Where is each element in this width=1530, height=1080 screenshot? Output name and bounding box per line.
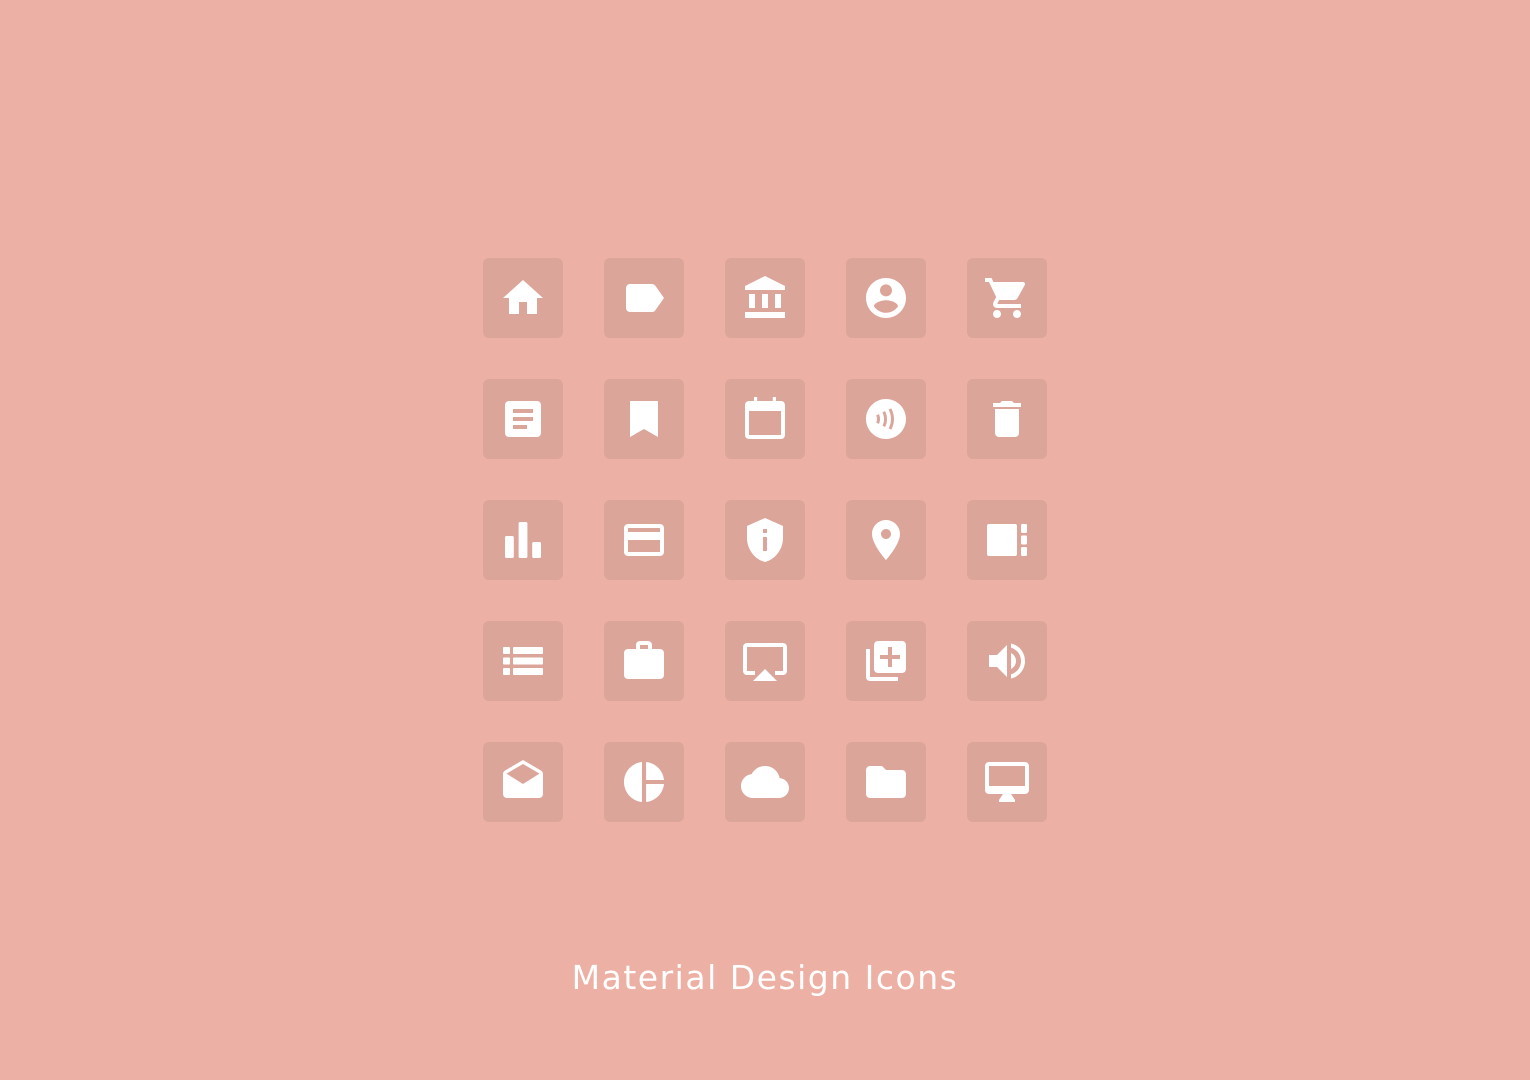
- location-pin-icon: [872, 520, 900, 560]
- airplay-icon: [743, 643, 787, 681]
- icon-tile-contactless[interactable]: [846, 379, 926, 459]
- icon-tile-home[interactable]: [483, 258, 563, 338]
- icon-tile-bank[interactable]: [725, 258, 805, 338]
- icon-tile-drafts[interactable]: [483, 742, 563, 822]
- icon-tile-desktop[interactable]: [967, 742, 1047, 822]
- icon-tile-bookmark[interactable]: [604, 379, 684, 459]
- icon-grid: [483, 258, 1047, 822]
- icon-tile-add-library[interactable]: [846, 621, 926, 701]
- bank-icon: [745, 276, 785, 318]
- add-to-library-icon: [866, 641, 906, 681]
- icon-tile-briefcase[interactable]: [604, 621, 684, 701]
- icon-tile-view-sidebar[interactable]: [967, 500, 1047, 580]
- bookmark-icon: [630, 401, 658, 437]
- icon-tile-location[interactable]: [846, 500, 926, 580]
- pie-chart-icon: [624, 762, 664, 802]
- briefcase-icon: [624, 641, 664, 679]
- desktop-icon: [985, 762, 1029, 802]
- icon-tile-volume[interactable]: [967, 621, 1047, 701]
- article-icon: [505, 401, 541, 437]
- cloud-icon: [741, 766, 789, 798]
- security-info-icon: [747, 518, 783, 562]
- icon-tile-pie-chart[interactable]: [604, 742, 684, 822]
- account-circle-icon: [866, 278, 906, 318]
- icon-tile-calendar[interactable]: [725, 379, 805, 459]
- icon-tile-label[interactable]: [604, 258, 684, 338]
- contactless-icon: [866, 399, 906, 439]
- shopping-cart-icon: [985, 278, 1026, 318]
- delete-icon: [993, 401, 1021, 437]
- icon-tile-account[interactable]: [846, 258, 926, 338]
- icon-tile-security[interactable]: [725, 500, 805, 580]
- view-sidebar-icon: [987, 524, 1027, 556]
- list-icon: [503, 647, 543, 675]
- page: { "caption": "Material Design Icons", "c…: [0, 0, 1530, 1080]
- icon-tile-delete[interactable]: [967, 379, 1047, 459]
- volume-up-icon: [989, 643, 1025, 679]
- home-icon: [503, 280, 543, 314]
- icon-tile-airplay[interactable]: [725, 621, 805, 701]
- icon-tile-bar-chart[interactable]: [483, 500, 563, 580]
- folder-icon: [866, 766, 906, 798]
- drafts-icon: [503, 760, 543, 798]
- icon-tile-list[interactable]: [483, 621, 563, 701]
- icon-tile-cart[interactable]: [967, 258, 1047, 338]
- bar-chart-icon: [505, 522, 541, 558]
- icon-tile-credit-card[interactable]: [604, 500, 684, 580]
- page-caption: Material Design Icons: [571, 958, 959, 997]
- icon-tile-folder[interactable]: [846, 742, 926, 822]
- icon-tile-cloud[interactable]: [725, 742, 805, 822]
- calendar-icon: [745, 397, 785, 439]
- icon-tile-article[interactable]: [483, 379, 563, 459]
- credit-card-icon: [624, 524, 664, 556]
- label-icon: [626, 284, 664, 312]
